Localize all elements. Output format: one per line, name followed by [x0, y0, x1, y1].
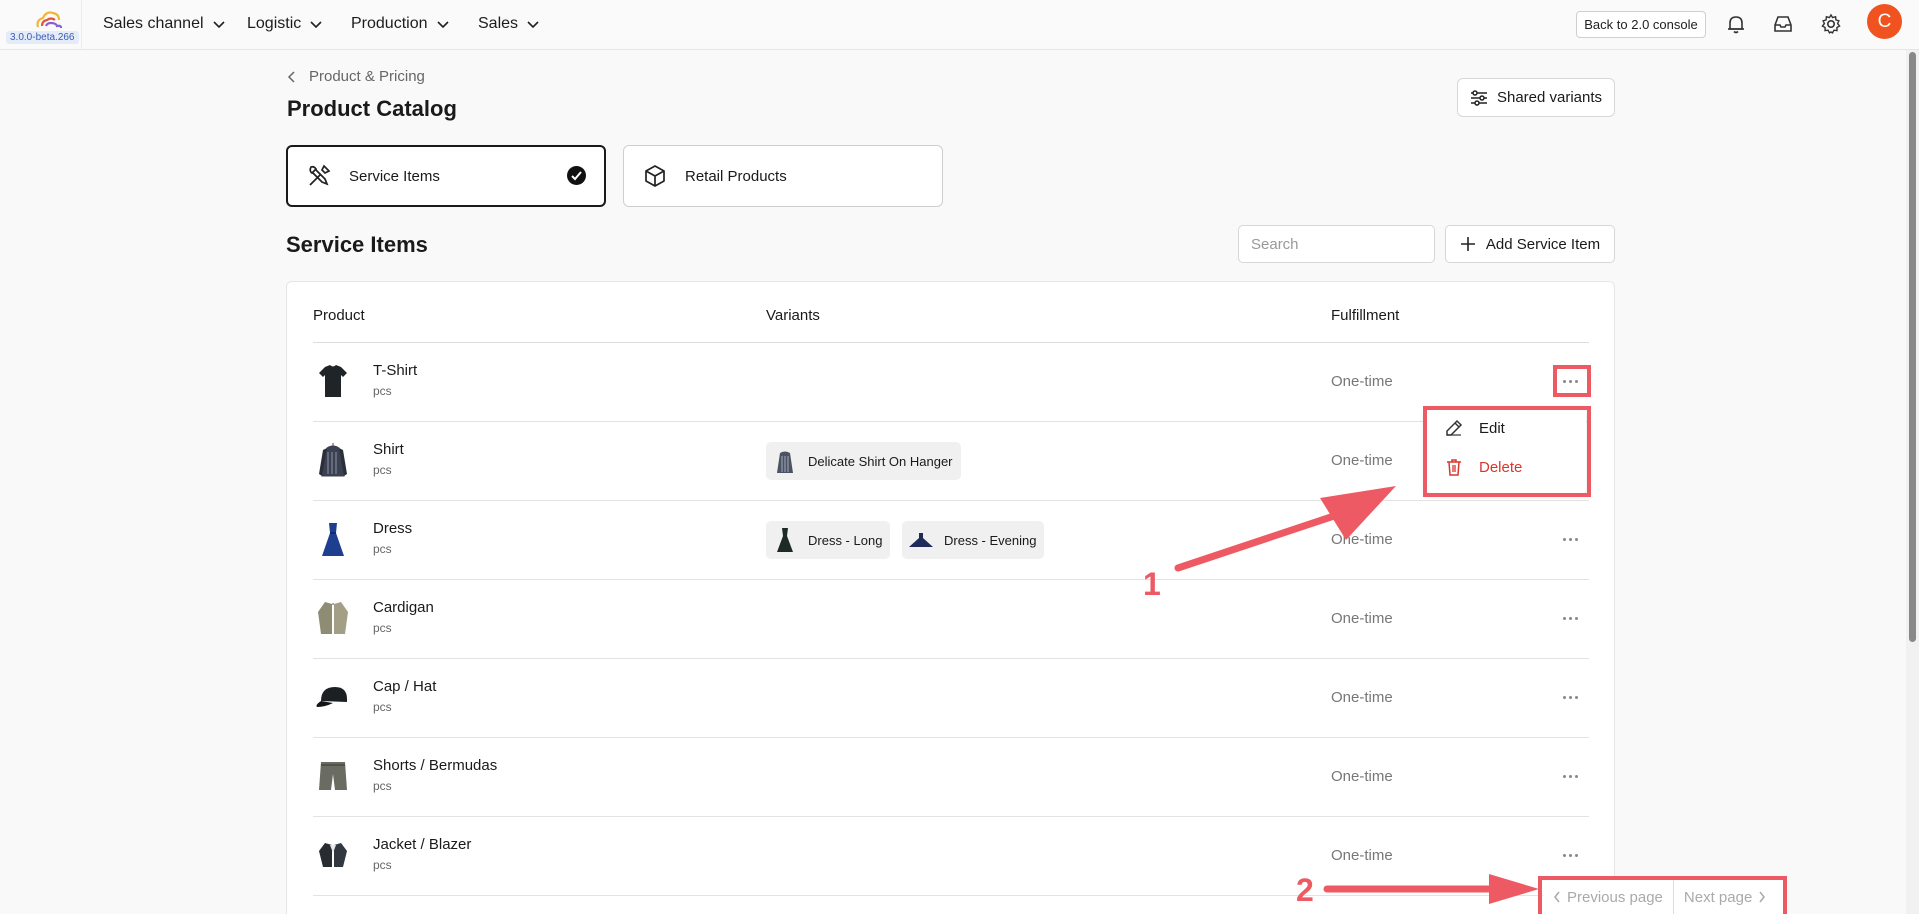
more-actions-icon[interactable] — [1556, 765, 1584, 787]
nav-label: Production — [351, 15, 428, 32]
box-icon — [645, 165, 665, 187]
annotation-box-more-button — [1553, 365, 1591, 397]
more-actions-icon[interactable] — [1556, 607, 1584, 629]
settings-gear-icon[interactable] — [1820, 13, 1842, 35]
cap-thumbnail — [316, 687, 347, 707]
jacket-thumbnail — [319, 843, 347, 867]
product-name: Jacket / Blazer — [373, 836, 472, 853]
nav-logistic[interactable]: Logistic — [247, 15, 323, 33]
type-card-retail-products[interactable]: Retail Products — [623, 145, 943, 207]
nav-sales-channel[interactable]: Sales channel — [103, 15, 226, 33]
shared-variants-label: Shared variants — [1496, 89, 1603, 106]
fulfillment-value: One-time — [1331, 768, 1393, 785]
product-unit: pcs — [373, 858, 392, 872]
product-name: Shorts / Bermudas — [373, 757, 498, 774]
product-name: T-Shirt — [373, 362, 418, 379]
fulfillment-value: One-time — [1331, 373, 1393, 390]
selected-check-icon — [567, 166, 586, 185]
shirt-hanger-icon — [777, 449, 793, 473]
scrollbar-thumb[interactable] — [1909, 52, 1916, 642]
bell-icon[interactable] — [1725, 13, 1747, 35]
product-name: Cap / Hat — [373, 678, 437, 695]
back-to-console-button[interactable]: Back to 2.0 console — [1576, 11, 1706, 38]
inbox-icon[interactable] — [1772, 13, 1794, 35]
fulfillment-value: One-time — [1331, 689, 1393, 706]
nav-label: Sales channel — [103, 15, 204, 32]
page-title: Product Catalog — [287, 96, 457, 121]
variant-chip: Dress - Long — [766, 521, 891, 559]
column-header-variants: Variants — [766, 307, 820, 324]
annotation-number-1: 1 — [1143, 566, 1161, 602]
version-badge: 3.0.0-beta.266 — [6, 31, 79, 44]
plus-icon — [1460, 237, 1475, 251]
annotation-number-2: 2 — [1296, 872, 1314, 908]
cardigan-thumbnail — [318, 602, 348, 634]
top-navbar: 3.0.0-beta.266 Sales channel Logistic Pr… — [0, 0, 1919, 50]
annotation-box-pagination — [1538, 876, 1787, 914]
table-row[interactable]: Cardigan pcs One-time — [313, 580, 1589, 659]
tshirt-thumbnail — [319, 365, 347, 397]
variant-chip: Dress - Evening — [902, 521, 1045, 559]
dress-thumbnail — [322, 523, 344, 556]
more-actions-icon[interactable] — [1556, 844, 1584, 866]
product-unit: pcs — [373, 621, 392, 635]
annotation-arrow-icon — [1174, 486, 1396, 572]
product-name: Shirt — [373, 441, 404, 458]
annotation-arrow-icon — [1323, 874, 1539, 904]
product-unit: pcs — [373, 700, 392, 714]
nav-label: Logistic — [247, 15, 302, 32]
chevron-left-icon — [287, 70, 295, 83]
product-unit: pcs — [373, 463, 392, 477]
shared-variants-button[interactable]: Shared variants — [1457, 78, 1615, 117]
table-row[interactable]: Shorts / Bermudas pcs One-time — [313, 738, 1589, 817]
table-row[interactable]: Cap / Hat pcs One-time — [313, 659, 1589, 738]
add-service-item-label: Add Service Item — [1485, 235, 1601, 253]
breadcrumb-label: Product & Pricing — [309, 68, 425, 85]
fulfillment-value: One-time — [1331, 452, 1393, 469]
chevron-down-icon — [310, 21, 322, 29]
variant-chip: Delicate Shirt On Hanger — [766, 442, 961, 480]
more-actions-icon[interactable] — [1556, 528, 1584, 550]
product-name: Dress — [373, 520, 413, 537]
search-input[interactable] — [1238, 225, 1435, 263]
column-header-fulfillment: Fulfillment — [1331, 307, 1400, 324]
product-unit: pcs — [373, 542, 392, 556]
type-card-service-items[interactable]: Service Items — [286, 145, 606, 207]
evening-dress-icon — [909, 533, 933, 547]
scrollbar[interactable] — [1906, 50, 1919, 914]
cloud-logo-icon — [36, 11, 63, 29]
section-title: Service Items — [286, 232, 428, 257]
chevron-down-icon — [212, 21, 225, 29]
variant-label: Delicate Shirt On Hanger — [808, 453, 953, 469]
product-unit: pcs — [373, 384, 392, 398]
type-card-label: Service Items — [349, 167, 440, 185]
chevron-down-icon — [436, 21, 449, 29]
chevron-down-icon — [527, 21, 539, 29]
table-row[interactable]: T-Shirt pcs One-time — [313, 343, 1589, 422]
nav-label: Sales — [478, 15, 519, 32]
type-card-label: Retail Products — [685, 167, 787, 185]
user-avatar[interactable]: C — [1867, 4, 1902, 39]
breadcrumb[interactable]: Product & Pricing — [287, 68, 425, 85]
sliders-icon — [1470, 89, 1487, 106]
logo-area[interactable]: 3.0.0-beta.266 — [0, 0, 82, 50]
long-dress-icon — [777, 528, 793, 552]
product-name: Cardigan — [373, 599, 434, 616]
fulfillment-value: One-time — [1331, 610, 1393, 627]
add-service-item-button[interactable]: Add Service Item — [1445, 225, 1615, 263]
product-unit: pcs — [373, 779, 392, 793]
variant-label: Dress - Evening — [944, 532, 1037, 548]
nav-sales[interactable]: Sales — [478, 15, 540, 33]
more-actions-icon[interactable] — [1556, 686, 1584, 708]
annotation-box-menu — [1423, 406, 1591, 497]
variant-label: Dress - Long — [808, 532, 883, 548]
shirt-thumbnail — [319, 443, 347, 477]
column-header-product: Product — [313, 307, 365, 324]
shorts-thumbnail — [319, 762, 347, 790]
tools-icon — [309, 164, 331, 186]
fulfillment-value: One-time — [1331, 847, 1393, 864]
nav-production[interactable]: Production — [351, 15, 450, 33]
